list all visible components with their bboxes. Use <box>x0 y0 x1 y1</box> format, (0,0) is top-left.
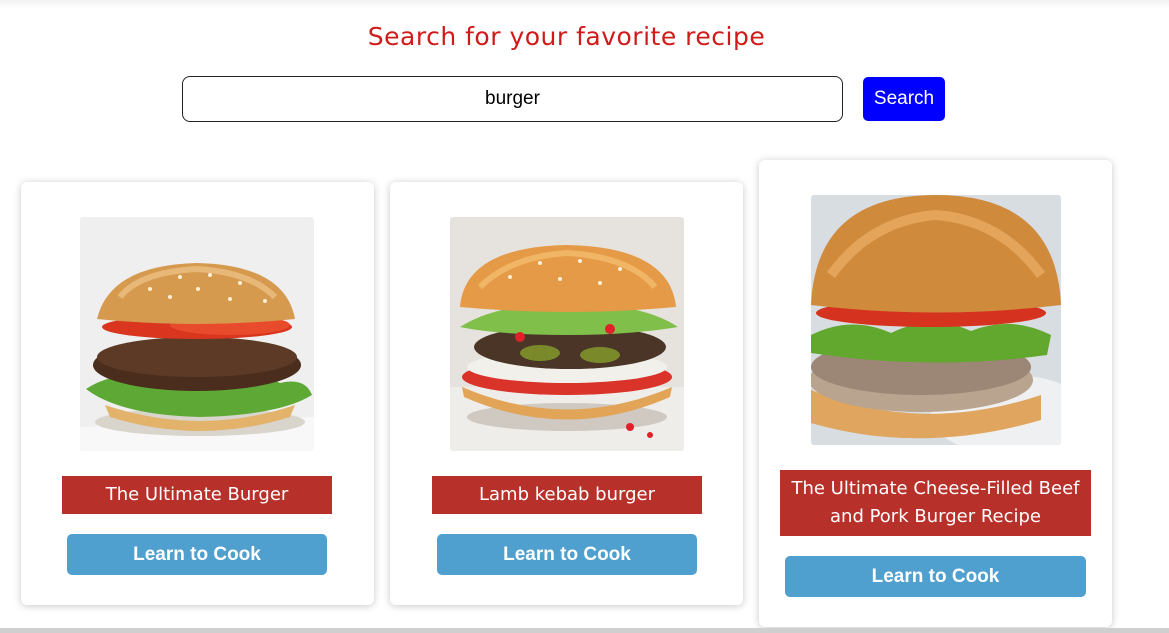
recipe-image <box>811 195 1061 445</box>
recipe-image <box>80 217 314 451</box>
bottom-scroll-edge <box>0 628 1169 633</box>
recipe-card: The Ultimate Cheese-Filled Beef and Pork… <box>759 160 1112 627</box>
recipe-image <box>450 217 684 451</box>
search-input[interactable] <box>182 76 843 122</box>
recipe-title: The Ultimate Burger <box>62 476 332 514</box>
learn-to-cook-button[interactable]: Learn to Cook <box>67 534 327 575</box>
page-title: Search for your favorite recipe <box>367 22 766 51</box>
recipe-title: Lamb kebab burger <box>432 476 702 514</box>
search-button[interactable]: Search <box>863 77 945 121</box>
top-shade <box>0 0 1169 8</box>
recipe-card: The Ultimate Burger Learn to Cook <box>21 182 374 605</box>
learn-to-cook-button[interactable]: Learn to Cook <box>437 534 697 575</box>
recipe-card: Lamb kebab burger Learn to Cook <box>390 182 743 605</box>
learn-to-cook-button[interactable]: Learn to Cook <box>785 556 1086 597</box>
recipe-title: The Ultimate Cheese-Filled Beef and Pork… <box>780 470 1091 536</box>
